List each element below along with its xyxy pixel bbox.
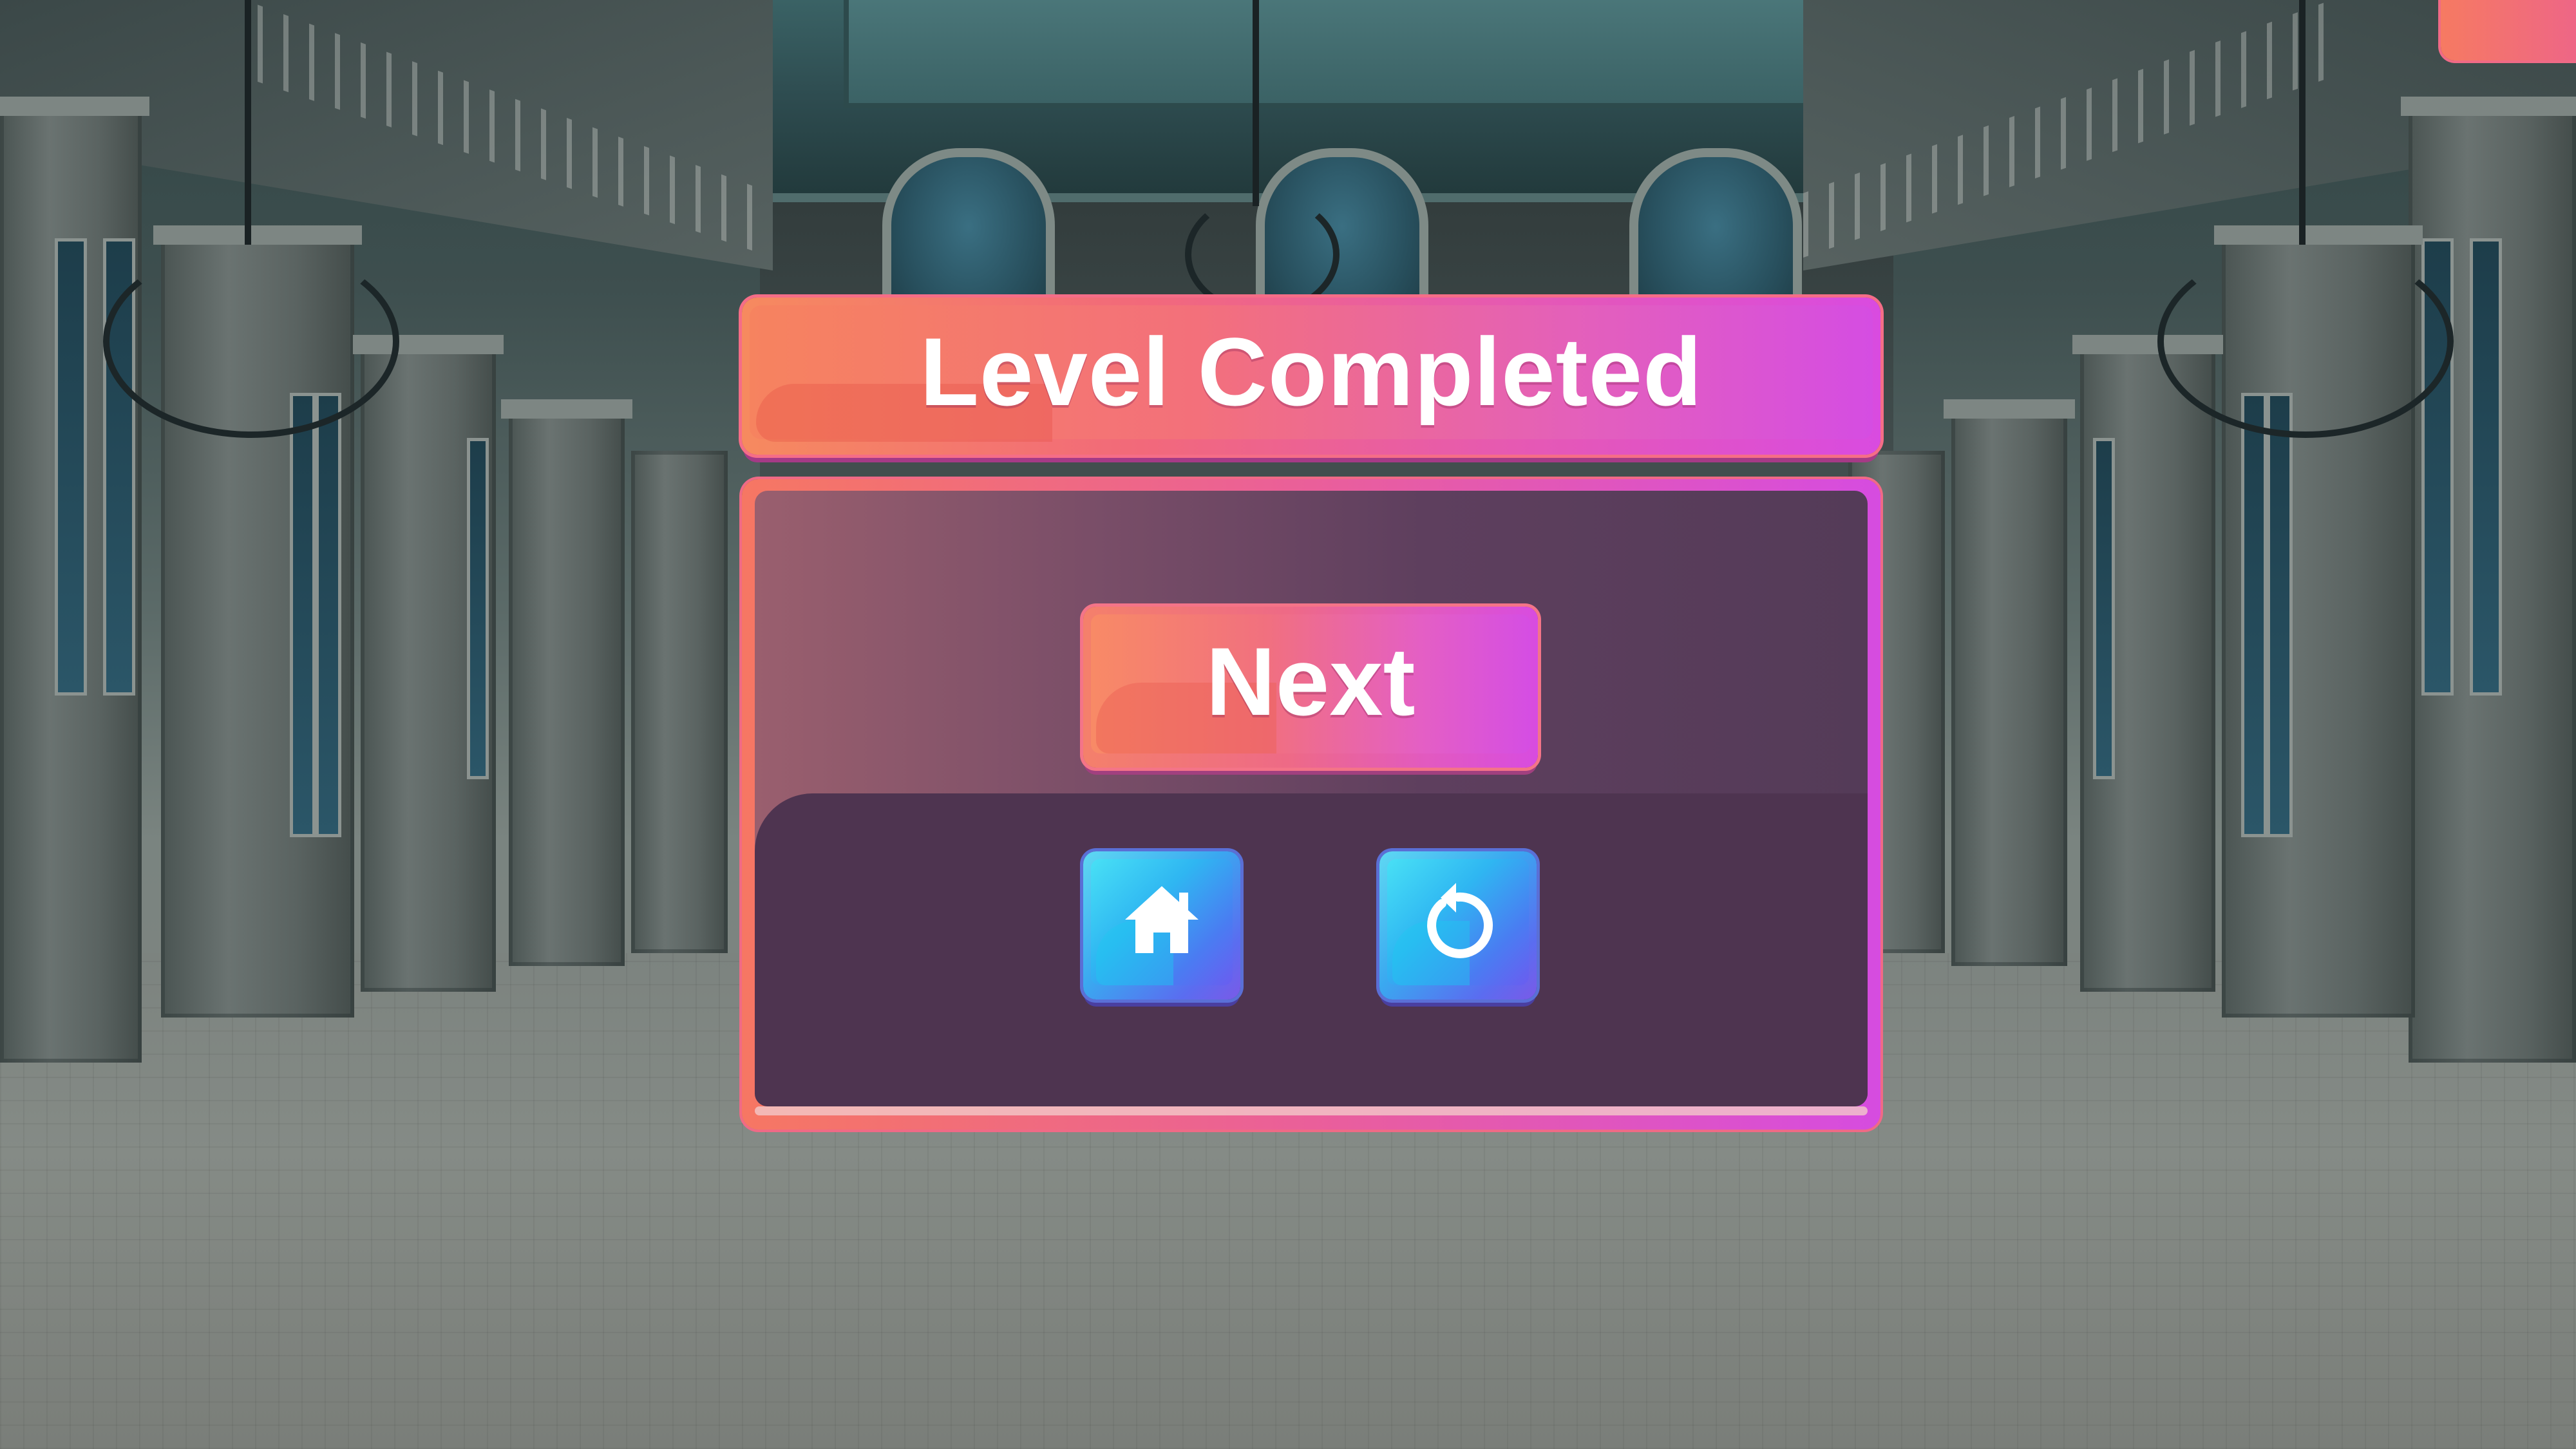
next-button-label: Next	[1206, 627, 1416, 735]
panel-lower-section	[755, 793, 1868, 1106]
chandelier-chain	[245, 0, 251, 245]
next-button[interactable]: Next	[1083, 607, 1538, 768]
pillar	[1944, 399, 2075, 966]
restart-button[interactable]	[1379, 851, 1537, 999]
panel-inner	[755, 491, 1868, 1106]
ceiling-panel	[844, 0, 1820, 108]
corner-menu-tab[interactable]	[2441, 0, 2576, 61]
level-completed-banner: Level Completed	[742, 298, 1880, 455]
pillar	[631, 451, 728, 953]
chandelier	[103, 245, 399, 438]
chandelier-chain	[2299, 0, 2306, 245]
chandelier	[2157, 245, 2454, 438]
chandelier-chain	[1253, 0, 1259, 206]
pillar	[353, 335, 504, 992]
pillar	[0, 97, 149, 1063]
pillar	[501, 399, 632, 966]
panel-edge	[755, 1106, 1868, 1115]
home-icon	[1125, 886, 1198, 953]
home-button[interactable]	[1083, 851, 1240, 999]
pillar	[2072, 335, 2223, 992]
dialog-title: Level Completed	[920, 317, 1703, 426]
level-complete-panel	[742, 479, 1880, 1130]
pillar	[2401, 97, 2576, 1063]
restart-icon	[1427, 882, 1493, 958]
